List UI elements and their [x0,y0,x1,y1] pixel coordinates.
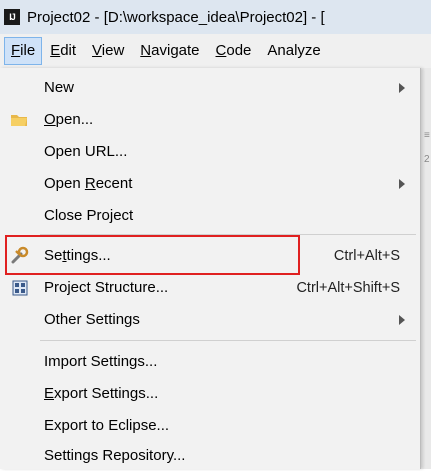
submenu-arrow-icon [399,178,405,189]
project-structure-icon [10,278,30,298]
menu-item-open[interactable]: Open... [0,104,420,135]
submenu-arrow-icon [399,82,405,93]
shortcut-label: Ctrl+Alt+Shift+S [296,279,400,296]
folder-icon [10,110,30,130]
window-title: Project02 - [D:\workspace_idea\Project02… [27,8,325,26]
menu-item-label: Other Settings [44,311,140,328]
menu-item-open-url[interactable]: Open URL... [0,136,420,167]
menu-item-label: Export to Eclipse... [44,417,170,434]
menu-item-open-recent[interactable]: Open Recent [0,168,420,199]
editor-edge [421,68,431,469]
intellij-icon: IJ [4,9,20,25]
menu-item-label: Open... [44,111,94,128]
shortcut-label: Ctrl+Alt+S [333,247,400,264]
menu-edit[interactable]: Edit [42,37,84,65]
submenu-arrow-icon [399,314,405,325]
editor-edge-glyph: ≡ [424,130,430,141]
menu-item-label: Export Settings... [44,385,159,402]
menu-item-export-to-eclipse[interactable]: Export to Eclipse... [0,410,420,441]
menu-item-project-structure[interactable]: Project Structure... Ctrl+Alt+Shift+S [0,272,420,303]
menu-item-label: Close Project [44,207,134,224]
menu-item-label: Settings Repository... [44,447,186,464]
menu-separator [40,340,416,341]
menu-item-label: Project Structure... [44,279,169,296]
menu-navigate[interactable]: Navigate [132,37,207,65]
menu-item-label: Open URL... [44,143,128,160]
menu-code[interactable]: Code [208,37,260,65]
menu-file[interactable]: File [4,37,43,65]
menu-bar: File Edit View Navigate Code Analyze [0,34,431,68]
menu-item-label: Open Recent [44,175,133,192]
title-bar: IJ Project02 - [D:\workspace_idea\Projec… [0,0,431,34]
menu-item-new[interactable]: New [0,72,420,103]
menu-item-import-settings[interactable]: Import Settings... [0,346,420,377]
editor-edge-glyph: 2 [424,154,430,165]
menu-item-other-settings[interactable]: Other Settings [0,304,420,335]
menu-item-label: Import Settings... [44,353,158,370]
menu-view[interactable]: View [84,37,132,65]
menu-item-label: New [44,79,75,96]
menu-analyze[interactable]: Analyze [259,37,328,65]
menu-item-export-settings[interactable]: Export Settings... [0,378,420,409]
menu-item-settings-repository[interactable]: Settings Repository... [0,440,420,471]
menu-item-close-project[interactable]: Close Project [0,200,420,231]
highlight-annotation [5,235,300,275]
